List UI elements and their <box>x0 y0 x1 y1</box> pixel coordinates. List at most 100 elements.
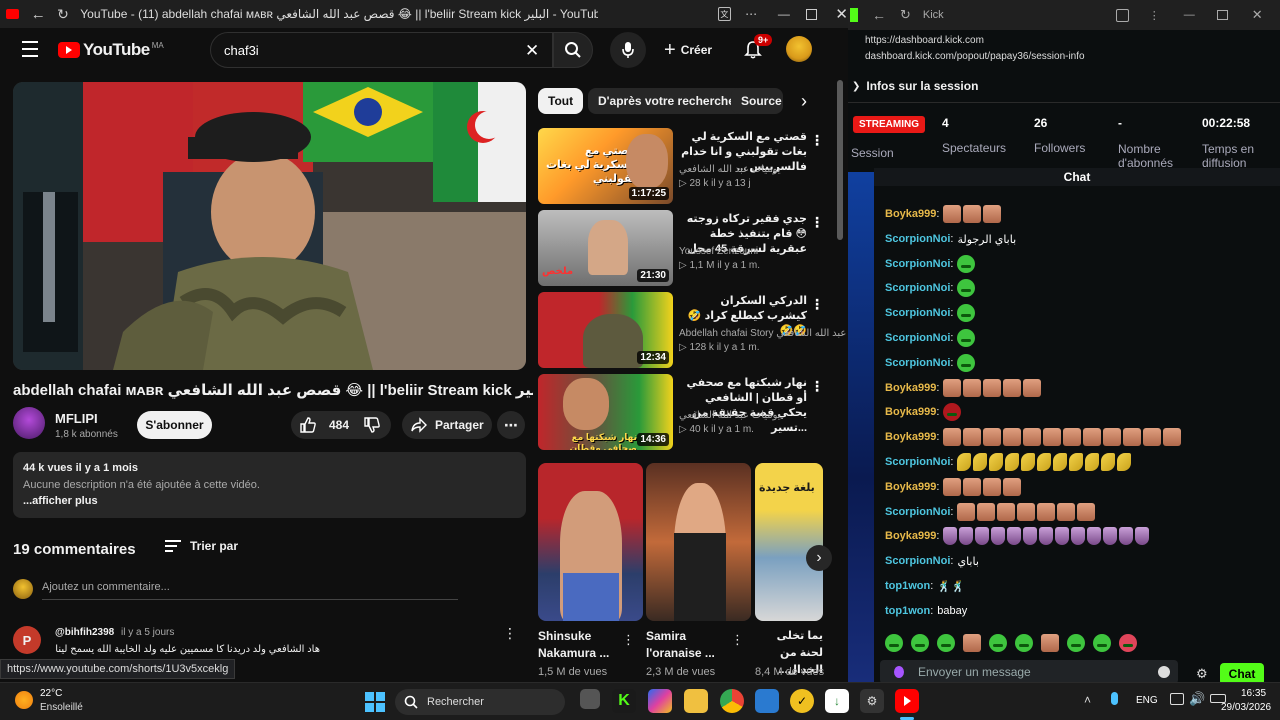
weather-icon[interactable] <box>15 691 33 709</box>
short-menu-icon[interactable]: ⋮ <box>622 632 635 648</box>
account-avatar[interactable] <box>786 36 812 62</box>
video-player[interactable] <box>13 82 526 370</box>
shorts-next-button[interactable]: › <box>806 545 832 571</box>
maximize-icon[interactable] <box>1216 10 1228 20</box>
recommendation-thumbnail[interactable]: قصتي مع السكرية لي بغات تقولبني 1:17:25 <box>538 128 673 204</box>
search-button[interactable] <box>553 32 593 68</box>
search-input[interactable]: chaf3i <box>224 43 259 58</box>
chat-username[interactable]: ScorpionNoi <box>885 456 950 468</box>
reload-icon[interactable]: ↻ <box>900 7 911 23</box>
download-app-icon[interactable]: ↓ <box>825 689 849 713</box>
task-view-icon[interactable] <box>580 689 600 709</box>
chat-username[interactable]: ScorpionNoi <box>885 506 950 518</box>
chrome-icon[interactable] <box>720 689 744 713</box>
more-icon[interactable]: ⋮ <box>1149 9 1160 22</box>
youtube-logo[interactable]: YouTube MA <box>58 40 164 60</box>
kick-app-icon[interactable]: K <box>612 689 636 713</box>
youtube-app-icon[interactable] <box>895 689 919 713</box>
reload-icon[interactable]: ↻ <box>56 6 71 23</box>
close-icon[interactable]: ✕ <box>1252 7 1263 23</box>
emote-icon[interactable] <box>989 634 1007 652</box>
chat-username[interactable]: Boyka999 <box>885 530 936 542</box>
recommendation-thumbnail[interactable]: نهار شبكتها مع صحافي وقطان 14:36 <box>538 374 673 450</box>
sort-comments-button[interactable]: Trier par <box>165 539 238 553</box>
microphone-icon[interactable] <box>1111 692 1118 705</box>
minimize-icon[interactable]: — <box>1184 9 1195 21</box>
chat-username[interactable]: ScorpionNoi <box>885 307 950 319</box>
chat-send-button[interactable]: Chat <box>1220 663 1264 682</box>
close-icon[interactable]: ✕ <box>835 5 848 23</box>
channel-name[interactable]: MFLIPI <box>55 411 98 426</box>
recommendation-thumbnail[interactable]: ملخص 21:30 <box>538 210 673 286</box>
short-title[interactable]: Samira l'oranaise ... <box>646 628 731 662</box>
like-button[interactable]: 484 <box>299 416 349 434</box>
emote-icon[interactable] <box>885 634 903 652</box>
recommendation-menu-icon[interactable]: ⋮ <box>810 296 824 313</box>
short-thumbnail[interactable] <box>538 463 643 621</box>
browser-settings-icon[interactable]: ⚙ <box>860 689 884 713</box>
comment-author[interactable]: @bihfih2398 <box>55 627 114 638</box>
share-button[interactable]: Partager <box>402 411 492 439</box>
norton-icon[interactable]: ✓ <box>790 689 814 713</box>
chip-next-icon[interactable]: › <box>791 88 817 114</box>
emote-icon[interactable] <box>1067 634 1085 652</box>
chat-username[interactable]: ScorpionNoi <box>885 282 950 294</box>
emote-icon[interactable] <box>911 634 929 652</box>
chip-from-search[interactable]: D'après votre recherche <box>588 88 745 114</box>
recommendation-item[interactable]: 12:34 الدركي السكران كيشرب كيطلع كراد 🤣🤣… <box>538 292 846 368</box>
chat-settings-icon[interactable]: ⚙ <box>1196 666 1208 682</box>
short-title[interactable]: Shinsuke Nakamura ... <box>538 628 623 662</box>
chat-username[interactable]: ScorpionNoi <box>885 332 950 344</box>
recommendation-item[interactable]: نهار شبكتها مع صحافي وقطان 14:36 نهار شب… <box>538 374 834 450</box>
chat-username[interactable]: top1won <box>885 605 930 617</box>
back-arrow-icon[interactable]: ← <box>31 6 46 23</box>
chevron-icon[interactable]: ❯ <box>852 81 860 92</box>
description-box[interactable]: 44 k vues il y a 1 mois Aucune descripti… <box>13 452 526 518</box>
recommendation-thumbnail[interactable]: 12:34 <box>538 292 673 368</box>
translate-icon[interactable]: 文 <box>717 7 731 21</box>
start-button-icon[interactable] <box>365 692 385 712</box>
extensions-icon[interactable] <box>1115 8 1129 22</box>
page-scrollbar[interactable] <box>837 80 843 240</box>
emote-icon[interactable] <box>937 634 955 652</box>
menu-icon[interactable] <box>21 41 39 57</box>
clock-date[interactable]: 29/03/2026 <box>1221 702 1271 713</box>
recommendation-menu-icon[interactable]: ⋮ <box>810 214 824 231</box>
store-icon[interactable] <box>755 689 779 713</box>
chat-username[interactable]: Boyka999 <box>885 406 936 418</box>
more-actions-button[interactable]: ⋯ <box>497 411 525 439</box>
add-comment-input[interactable]: Ajoutez un commentaire... <box>42 581 458 600</box>
language-indicator[interactable]: ENG <box>1136 695 1158 706</box>
channel-avatar[interactable] <box>13 407 45 439</box>
short-thumbnail[interactable] <box>646 463 751 621</box>
chat-username[interactable]: Boyka999 <box>885 208 936 220</box>
back-arrow-icon[interactable]: ← <box>872 7 886 23</box>
short-thumbnail[interactable]: بلغة جديدة <box>755 463 823 621</box>
chat-username[interactable]: Boyka999 <box>885 431 936 443</box>
chat-username[interactable]: ScorpionNoi <box>885 233 950 245</box>
recommendation-item[interactable]: قصتي مع السكرية لي بغات تقولبني 1:17:25 … <box>538 128 834 204</box>
dislike-button[interactable] <box>363 416 381 434</box>
taskbar-search[interactable]: Rechercher <box>395 689 565 715</box>
url-line-1[interactable]: https://dashboard.kick.com <box>865 35 984 46</box>
copilot-icon[interactable] <box>648 689 672 713</box>
volume-icon[interactable]: 🔊 <box>1189 691 1205 707</box>
maximize-icon[interactable] <box>806 8 818 20</box>
weather-temp[interactable]: 22°C <box>40 688 62 699</box>
recommendation-menu-icon[interactable]: ⋮ <box>810 132 824 149</box>
emote-icon[interactable] <box>1119 634 1137 652</box>
emoji-picker-icon[interactable] <box>1158 666 1170 678</box>
subscribe-button[interactable]: S'abonner <box>137 411 212 439</box>
comment-avatar[interactable]: P <box>13 626 41 654</box>
chat-username[interactable]: Boyka999 <box>885 481 936 493</box>
emote-icon[interactable] <box>963 634 981 652</box>
emote-icon[interactable] <box>1093 634 1111 652</box>
chip-all[interactable]: Tout <box>538 88 584 114</box>
create-button[interactable]: + Créer <box>664 34 712 66</box>
chat-username[interactable]: ScorpionNoi <box>885 357 950 369</box>
recommendation-menu-icon[interactable]: ⋮ <box>810 378 824 395</box>
recommendation-item[interactable]: ملخص 21:30 جدي فقير تركاه زوجته 😳 قام بت… <box>538 210 834 286</box>
chat-username[interactable]: top1won <box>885 580 930 592</box>
chip-source[interactable]: Source <box>731 88 783 114</box>
minimize-icon[interactable]: — <box>778 7 791 21</box>
